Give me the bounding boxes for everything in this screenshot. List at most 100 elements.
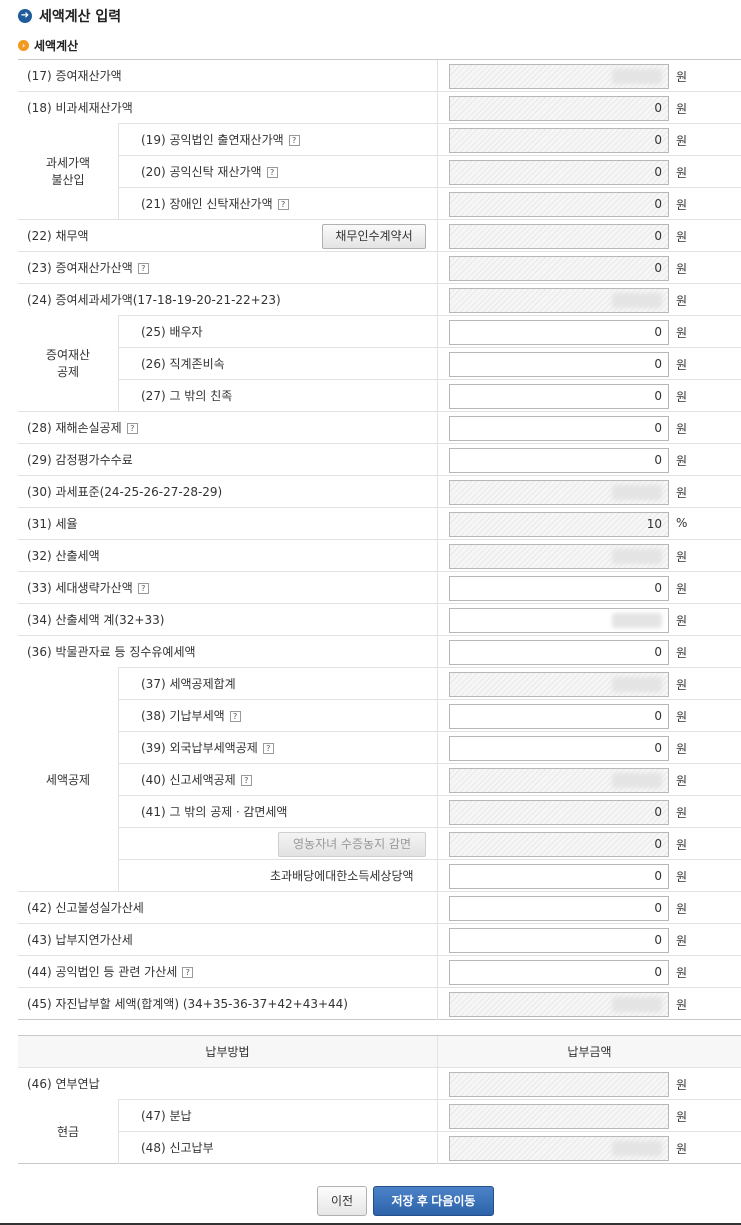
help-icon[interactable]: ? — [137, 583, 149, 594]
unit-label: 원 — [676, 230, 688, 244]
row-label: (20) 공익신탁 재산가액? — [141, 164, 278, 180]
redacted-value — [612, 613, 662, 628]
amount-input[interactable]: 0 — [449, 448, 669, 473]
amount-input[interactable] — [449, 608, 669, 633]
unit-label: 원 — [676, 294, 688, 308]
prev-button[interactable]: 이전 — [317, 1186, 367, 1216]
unit-label: 원 — [676, 1142, 688, 1156]
row-divider — [18, 219, 741, 220]
payment-amount-header: 납부금액 — [438, 1036, 741, 1068]
unit-label: 원 — [676, 998, 688, 1012]
unit-label: 원 — [676, 454, 688, 468]
row-label: (24) 증여세과세가액(17-18-19-20-21-22+23) — [27, 293, 281, 307]
header-divider — [18, 1067, 741, 1068]
payment-method-table: 납부방법 납부금액 (46) 연부연납 원 (47) 분납 원 (48) 신고납부 원 현금 — [18, 1035, 741, 1164]
help-icon[interactable]: ? — [126, 423, 138, 434]
tax-calculation-table: (17) 증여재산가액 원 (18) 비과세재산가액 0 원 (19) 공익법인 출연재산… — [18, 59, 741, 1020]
amount-input[interactable]: 0 — [449, 352, 669, 377]
amount-input[interactable]: 0 — [449, 928, 669, 953]
unit-label: 원 — [676, 358, 688, 372]
amount-input[interactable]: 0 — [449, 640, 669, 665]
debt-assumption-contract-button[interactable]: 채무인수계약서 — [322, 224, 426, 249]
unit-label: 원 — [676, 614, 688, 628]
help-icon[interactable]: ? — [240, 775, 252, 786]
amount-input[interactable]: 0 — [449, 576, 669, 601]
row-divider — [118, 1099, 741, 1100]
row-divider — [18, 475, 741, 476]
unit-label: 원 — [676, 838, 688, 852]
row-label: (26) 직계존비속 — [141, 357, 225, 371]
row-label: (39) 외국납부세액공제? — [141, 740, 274, 756]
redacted-value — [612, 485, 662, 500]
amount-input — [449, 288, 669, 313]
row-label: (45) 자진납부할 세액(합계액) (34+35-36-37+42+43+44… — [27, 997, 348, 1011]
help-icon[interactable]: ? — [266, 167, 278, 178]
amount-input — [449, 64, 669, 89]
row-label: (27) 그 밖의 친족 — [141, 389, 233, 403]
row-label: (17) 증여재산가액 — [27, 69, 122, 83]
help-icon[interactable]: ? — [182, 967, 194, 978]
help-icon[interactable]: ? — [288, 135, 300, 146]
amount-input[interactable]: 0 — [449, 704, 669, 729]
row-divider — [18, 571, 741, 572]
save-and-next-button[interactable]: 저장 후 다음이동 — [373, 1186, 494, 1216]
row-divider — [18, 283, 741, 284]
group-tax-credit-label: 세액공제 — [45, 772, 91, 787]
arrow-circle-icon: ➜ — [18, 9, 32, 23]
unit-label: 원 — [676, 806, 688, 820]
row-divider — [118, 1131, 741, 1132]
unit-label: 원 — [676, 902, 688, 916]
amount-input[interactable]: 0 — [449, 384, 669, 409]
row-divider — [118, 827, 741, 828]
redacted-value — [612, 549, 662, 564]
row-label: (38) 기납부세액? — [141, 708, 241, 724]
row-label: (41) 그 밖의 공제ㆍ감면세액 — [141, 805, 288, 819]
row-divider — [18, 443, 741, 444]
unit-label: 원 — [676, 582, 688, 596]
payment-amount-input — [449, 1136, 669, 1161]
unit-label: 원 — [676, 422, 688, 436]
section-title: › 세액계산 — [18, 37, 78, 54]
payment-amount-input — [449, 1104, 669, 1129]
row-divider — [18, 251, 741, 252]
payment-row-label: (47) 분납 — [141, 1109, 192, 1123]
unit-label: 원 — [676, 326, 688, 340]
help-icon[interactable]: ? — [229, 711, 241, 722]
amount-input[interactable]: 0 — [449, 896, 669, 921]
row-divider — [18, 923, 741, 924]
column-divider — [437, 60, 438, 1020]
unit-label: 원 — [676, 70, 688, 84]
help-icon[interactable]: ? — [277, 199, 289, 210]
unit-label: 원 — [676, 198, 688, 212]
farmland-reduction-button[interactable]: 영농자녀 수증농지 감면 — [278, 832, 426, 857]
row-label: (22) 채무액 — [27, 229, 89, 243]
amount-input[interactable]: 0 — [449, 736, 669, 761]
unit-label: 원 — [676, 134, 688, 148]
row-label: (29) 감정평가수수료 — [27, 453, 133, 467]
row-divider — [118, 731, 741, 732]
help-icon[interactable]: ? — [137, 263, 149, 274]
row-label: (36) 박물관자료 등 징수유예세액 — [27, 645, 196, 659]
row-label: (34) 산출세액 계(32+33) — [27, 613, 165, 627]
row-divider — [118, 699, 741, 700]
unit-label: 원 — [676, 102, 688, 116]
help-icon[interactable]: ? — [262, 743, 274, 754]
amount-input — [449, 768, 669, 793]
row-divider — [118, 347, 741, 348]
redacted-value — [612, 773, 662, 788]
amount-input: 0 — [449, 192, 669, 217]
amount-input[interactable]: 0 — [449, 320, 669, 345]
row-divider — [18, 635, 741, 636]
amount-input[interactable]: 0 — [449, 416, 669, 441]
row-label: (18) 비과세재산가액 — [27, 101, 133, 115]
column-divider — [437, 1036, 438, 1164]
unit-label: 원 — [676, 166, 688, 180]
page-title: ➜ 세액계산 입력 — [18, 6, 121, 26]
amount-input[interactable]: 0 — [449, 960, 669, 985]
row-label: (23) 증여재산가산액? — [27, 260, 149, 276]
redacted-value — [612, 69, 662, 84]
amount-input — [449, 672, 669, 697]
payment-row-label: (46) 연부연납 — [27, 1077, 100, 1091]
amount-input[interactable]: 0 — [449, 864, 669, 889]
row-label: (33) 세대생략가산액? — [27, 580, 149, 596]
